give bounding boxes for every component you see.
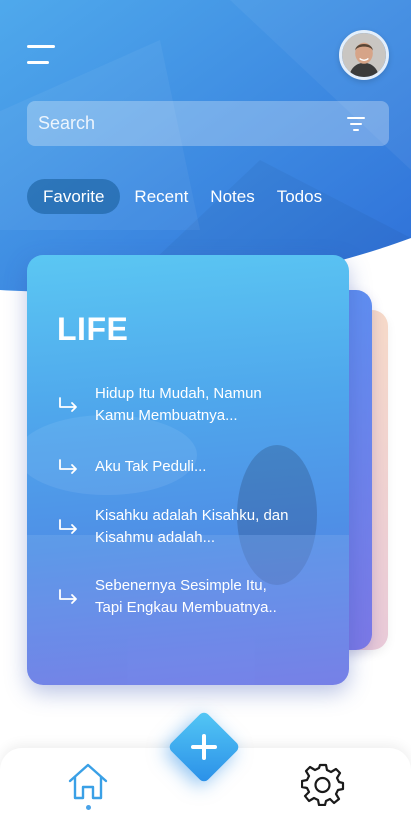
gear-icon [300,763,345,807]
list-item[interactable]: Sebenernya Sesimple Itu, Tapi Engkau Mem… [57,575,327,619]
tab-notes[interactable]: Notes [210,179,254,214]
home-button[interactable] [66,760,110,804]
user-avatar [342,33,386,77]
home-icon [68,763,108,800]
avatar[interactable] [339,30,389,80]
list-item-text: Aku Tak Peduli... [95,458,207,475]
subdirectory-arrow-icon [57,397,79,413]
tab-recent[interactable]: Recent [134,179,188,214]
tab-favorite[interactable]: Favorite [27,179,121,214]
list-item-text: Kisahku adalah Kisahku, dan Kisahmu adal… [95,507,289,546]
menu-button[interactable] [27,45,57,67]
list-item[interactable]: Aku Tak Peduli... [57,456,327,478]
subdirectory-arrow-icon [57,519,79,535]
search-bar [27,101,389,146]
active-indicator [86,805,91,810]
search-input[interactable] [27,101,347,146]
tab-bar: Favorite Recent Notes Todos [27,179,344,214]
list-item[interactable]: Kisahku adalah Kisahku, dan Kisahmu adal… [57,505,327,549]
tab-todos[interactable]: Todos [277,179,322,214]
list-item-text: Sebenernya Sesimple Itu, Tapi Engkau Mem… [95,577,277,616]
plus-icon [191,734,217,760]
list-item[interactable]: Hidup Itu Mudah, Namun Kamu Membuatnya..… [57,383,327,427]
subdirectory-arrow-icon [57,589,79,605]
list-item-text: Hidup Itu Mudah, Namun Kamu Membuatnya..… [95,385,262,424]
card-title: LIFE [57,311,129,347]
note-card-life[interactable]: LIFE Hidup Itu Mudah, Namun Kamu Membuat… [27,255,349,685]
settings-button[interactable] [300,762,345,807]
subdirectory-arrow-icon [57,459,79,475]
filter-icon[interactable] [347,115,369,133]
menu-icon [27,45,55,48]
